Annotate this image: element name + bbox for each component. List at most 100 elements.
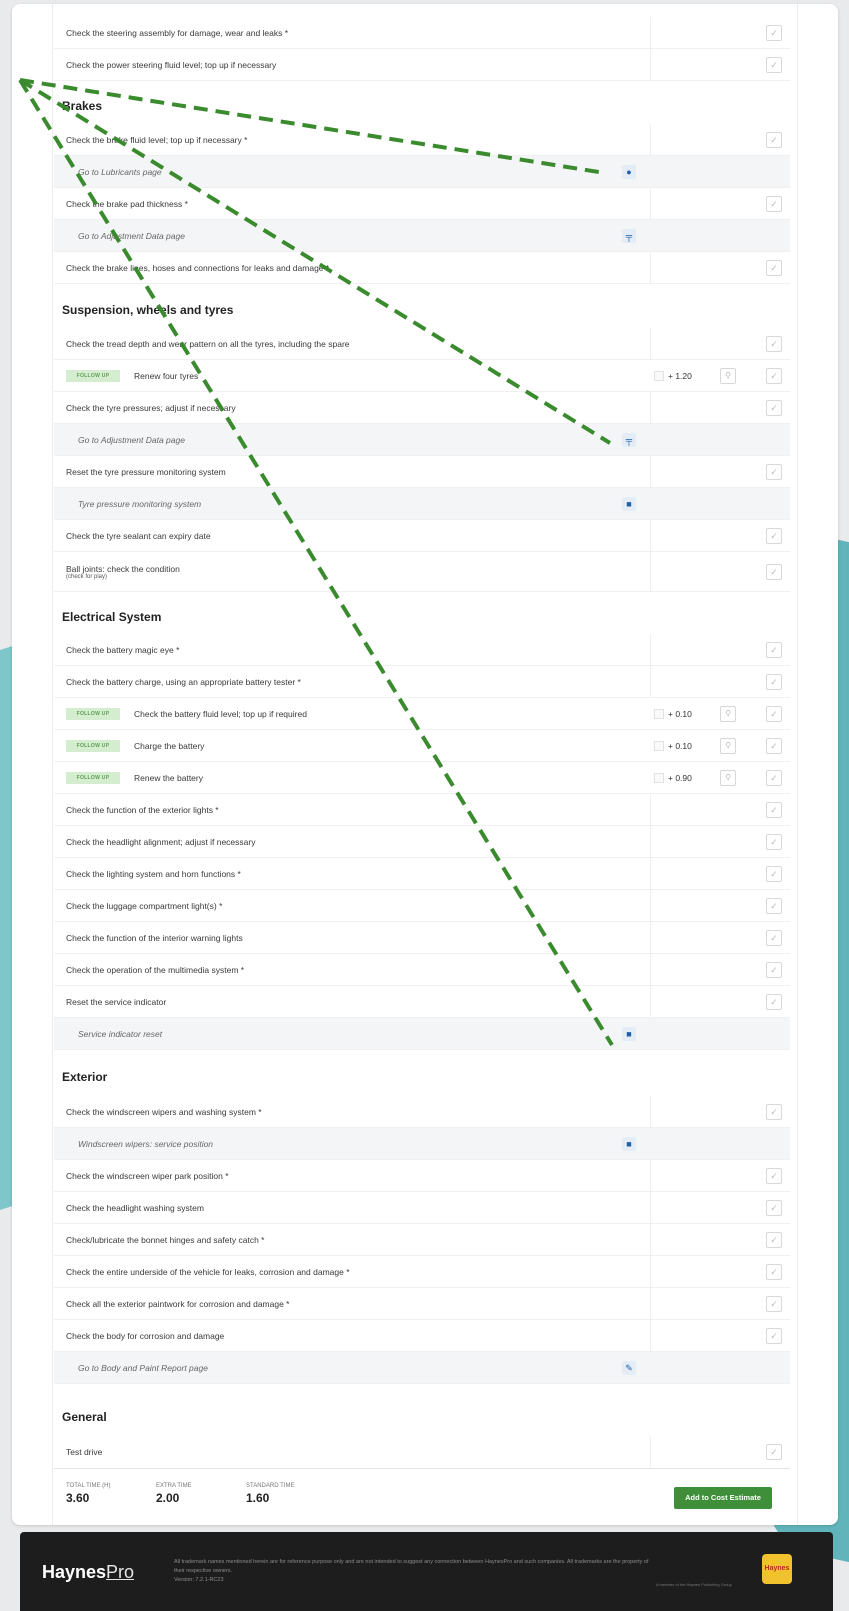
- check-icon[interactable]: ✓: [766, 641, 782, 658]
- check-icon[interactable]: ✓: [766, 833, 782, 850]
- check-icon[interactable]: ✓: [766, 801, 782, 818]
- check-icon[interactable]: ✓: [766, 195, 782, 212]
- checklist-row: Test drive ✓: [54, 1436, 790, 1468]
- section-title-electrical: Electrical System: [62, 610, 162, 624]
- follow-up-row: FOLLOW UP Check the battery fluid level;…: [54, 698, 790, 730]
- link-row[interactable]: Go to Adjustment Data page ╤: [54, 424, 790, 456]
- member-text: A member of the Haynes Publishing Group: [656, 1582, 732, 1587]
- checklist-row: Check the function of the interior warni…: [54, 922, 790, 954]
- check-icon[interactable]: ✓: [766, 463, 782, 480]
- row-note: (check for play): [66, 573, 108, 580]
- divider: [650, 252, 651, 283]
- check-icon[interactable]: ✓: [766, 1199, 782, 1216]
- link-label[interactable]: Go to Adjustment Data page: [54, 435, 790, 445]
- checklist-row: Check/lubricate the bonnet hinges and sa…: [54, 1224, 790, 1256]
- adjustment-icon[interactable]: ╤: [622, 228, 636, 243]
- check-icon[interactable]: ✓: [766, 865, 782, 882]
- check-icon[interactable]: ✓: [766, 527, 782, 544]
- link-label[interactable]: Go to Body and Paint Report page: [54, 1363, 790, 1373]
- check-icon[interactable]: ✓: [766, 705, 782, 722]
- time-checkbox[interactable]: [654, 772, 664, 783]
- link-label[interactable]: Windscreen wipers: service position: [54, 1139, 790, 1149]
- divider: [650, 826, 651, 857]
- row-label: Check the operation of the multimedia sy…: [66, 964, 245, 975]
- divider: [650, 954, 651, 985]
- divider: [650, 1256, 651, 1287]
- adjustment-icon[interactable]: ╤: [622, 432, 636, 447]
- link-row[interactable]: Service indicator reset ■: [54, 1018, 790, 1050]
- link-row[interactable]: Windscreen wipers: service position ■: [54, 1128, 790, 1160]
- divider: [650, 188, 651, 219]
- divider: [650, 1436, 651, 1468]
- check-icon[interactable]: ✓: [766, 993, 782, 1010]
- check-icon[interactable]: ✓: [766, 1295, 782, 1312]
- check-icon[interactable]: ✓: [766, 1167, 782, 1184]
- check-icon[interactable]: ✓: [766, 769, 782, 786]
- oil-drop-icon[interactable]: ●: [622, 164, 636, 179]
- wrench-icon[interactable]: ⚲: [720, 705, 736, 722]
- link-row[interactable]: Go to Lubricants page ●: [54, 156, 790, 188]
- time-value: + 1.20: [668, 370, 692, 381]
- time-checkbox[interactable]: [654, 708, 664, 719]
- link-row[interactable]: Go to Body and Paint Report page ✎: [54, 1352, 790, 1384]
- follow-up-row: FOLLOW UP Renew four tyres + 1.20 ⚲ ✓: [54, 360, 790, 392]
- check-icon[interactable]: ✓: [766, 1327, 782, 1344]
- check-icon[interactable]: ✓: [766, 1263, 782, 1280]
- check-icon[interactable]: ✓: [766, 897, 782, 914]
- add-to-cost-estimate-button[interactable]: Add to Cost Estimate: [674, 1487, 772, 1509]
- checklist-row: Reset the tyre pressure monitoring syste…: [54, 456, 790, 488]
- link-label[interactable]: Tyre pressure monitoring system: [54, 499, 790, 509]
- divider: [650, 17, 651, 48]
- check-icon[interactable]: ✓: [766, 673, 782, 690]
- check-icon[interactable]: ✓: [766, 56, 782, 73]
- wrench-icon[interactable]: ⚲: [720, 367, 736, 384]
- check-icon[interactable]: ✓: [766, 367, 782, 384]
- divider: [650, 392, 651, 423]
- check-icon[interactable]: ✓: [766, 131, 782, 148]
- link-row[interactable]: Tyre pressure monitoring system ■: [54, 488, 790, 520]
- time-value: + 0.10: [668, 740, 692, 751]
- check-icon[interactable]: ✓: [766, 1103, 782, 1120]
- checklist-row: Check the brake lines, hoses and connect…: [54, 252, 790, 284]
- wrench-icon[interactable]: ⚲: [720, 769, 736, 786]
- check-icon[interactable]: ✓: [766, 1444, 782, 1460]
- checklist-row: Check the brake pad thickness * ✓: [54, 188, 790, 220]
- row-label: Check the windscreen wipers and washing …: [66, 1106, 262, 1117]
- row-label: Check all the exterior paintwork for cor…: [66, 1298, 290, 1309]
- section-title-suspension: Suspension, wheels and tyres: [62, 303, 234, 317]
- divider: [650, 1288, 651, 1319]
- standard-time-label: STANDARD TIME: [246, 1483, 295, 1489]
- check-icon[interactable]: ✓: [766, 929, 782, 946]
- follow-up-badge: FOLLOW UP: [66, 707, 120, 720]
- wrench-icon[interactable]: ⚲: [720, 737, 736, 754]
- extra-time-label: EXTRA TIME: [156, 1483, 192, 1489]
- time-value: + 0.10: [668, 708, 692, 719]
- link-label[interactable]: Go to Lubricants page: [54, 167, 790, 177]
- paint-icon[interactable]: ✎: [622, 1360, 636, 1375]
- check-icon[interactable]: ✓: [766, 259, 782, 276]
- row-label: Check the tyre pressures; adjust if nece…: [66, 402, 236, 413]
- link-label[interactable]: Go to Adjustment Data page: [54, 231, 790, 241]
- check-icon[interactable]: ✓: [766, 1231, 782, 1248]
- check-icon[interactable]: ✓: [766, 563, 782, 580]
- procedure-icon[interactable]: ■: [622, 1026, 636, 1041]
- legal-text: All trademark names mentioned herein are…: [174, 1558, 654, 1585]
- time-checkbox[interactable]: [654, 740, 664, 751]
- divider: [650, 922, 651, 953]
- time-checkbox[interactable]: [654, 370, 664, 381]
- check-icon[interactable]: ✓: [766, 399, 782, 416]
- check-icon[interactable]: ✓: [766, 24, 782, 41]
- logo-main: Haynes: [42, 1562, 107, 1582]
- procedure-icon[interactable]: ■: [622, 1136, 636, 1151]
- procedure-icon[interactable]: ■: [622, 496, 636, 511]
- link-row[interactable]: Go to Adjustment Data page ╤: [54, 220, 790, 252]
- check-icon[interactable]: ✓: [766, 335, 782, 352]
- logo-pro: Pro: [106, 1562, 135, 1582]
- link-label[interactable]: Service indicator reset: [54, 1029, 790, 1039]
- follow-up-badge: FOLLOW UP: [66, 739, 120, 752]
- row-label: Check the battery charge, using an appro…: [66, 676, 301, 687]
- divider: [650, 666, 651, 697]
- row-label: Check the entire underside of the vehicl…: [66, 1266, 350, 1277]
- check-icon[interactable]: ✓: [766, 737, 782, 754]
- check-icon[interactable]: ✓: [766, 961, 782, 978]
